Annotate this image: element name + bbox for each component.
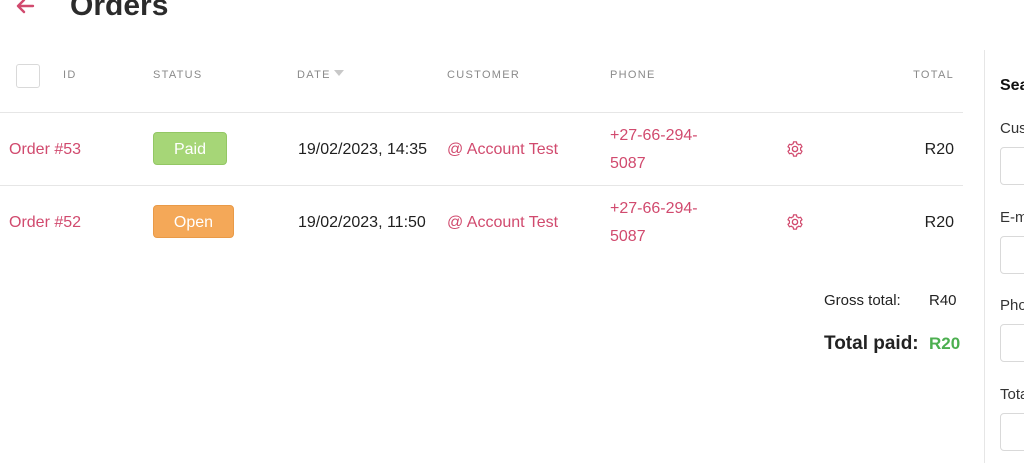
select-all-checkbox[interactable] xyxy=(16,64,40,88)
gear-icon[interactable] xyxy=(786,140,804,158)
order-date: 19/02/2023, 11:50 xyxy=(298,214,426,231)
status-badge: Paid xyxy=(153,132,227,165)
total-field-label: Tota xyxy=(1000,386,1024,403)
back-arrow-icon[interactable] xyxy=(14,0,36,17)
gross-total-label: Gross total: xyxy=(824,292,901,309)
orders-page: Orders ID STATUS DATE CUSTOMER PHONE TOT… xyxy=(0,0,1024,463)
email-field-label: E-m xyxy=(1000,209,1024,226)
column-header-total[interactable]: TOTAL xyxy=(913,69,954,81)
gross-total-value: R40 xyxy=(929,292,957,309)
email-search-input[interactable] xyxy=(1000,236,1024,274)
search-panel-title: Sea xyxy=(1000,77,1024,94)
column-header-id[interactable]: ID xyxy=(63,69,77,81)
phone-search-input[interactable] xyxy=(1000,324,1024,362)
customer-link[interactable]: @ Account Test xyxy=(447,214,558,232)
page-title: Orders xyxy=(70,0,169,22)
column-header-customer[interactable]: CUSTOMER xyxy=(447,69,520,81)
table-row[interactable]: Order #53 Paid 19/02/2023, 14:35 @ Accou… xyxy=(0,113,963,186)
order-link[interactable]: Order #53 xyxy=(9,141,81,159)
sort-descending-icon xyxy=(333,70,344,76)
column-header-date-label: DATE xyxy=(297,69,331,81)
order-date: 19/02/2023, 14:35 xyxy=(298,141,428,158)
column-header-date[interactable]: DATE xyxy=(297,69,344,81)
status-badge: Open xyxy=(153,205,234,238)
total-search-input[interactable] xyxy=(1000,413,1024,451)
table-header: ID STATUS DATE CUSTOMER PHONE TOTAL xyxy=(0,50,963,113)
search-panel: Sea Cus E-m Pho Tota xyxy=(984,50,1024,463)
column-header-phone[interactable]: PHONE xyxy=(610,69,656,81)
phone-line-1: +27-66-294- xyxy=(610,200,698,217)
phone-line-2: 5087 xyxy=(610,228,646,245)
gear-icon[interactable] xyxy=(786,213,804,231)
order-total: R20 xyxy=(924,214,954,231)
order-link[interactable]: Order #52 xyxy=(9,214,81,232)
phone-field-label: Pho xyxy=(1000,297,1024,314)
customer-search-input[interactable] xyxy=(1000,147,1024,185)
total-paid-label: Total paid: xyxy=(824,333,919,354)
phone-line-1: +27-66-294- xyxy=(610,127,698,144)
total-paid-value: R20 xyxy=(929,334,961,353)
order-total: R20 xyxy=(924,141,954,158)
phone-link[interactable]: +27-66-294- 5087 xyxy=(610,195,730,251)
orders-table: ID STATUS DATE CUSTOMER PHONE TOTAL Orde… xyxy=(0,50,963,258)
column-header-status[interactable]: STATUS xyxy=(153,69,203,81)
table-row[interactable]: Order #52 Open 19/02/2023, 11:50 @ Accou… xyxy=(0,186,963,258)
phone-link[interactable]: +27-66-294- 5087 xyxy=(610,122,730,178)
phone-line-2: 5087 xyxy=(610,155,646,172)
customer-field-label: Cus xyxy=(1000,120,1024,137)
customer-link[interactable]: @ Account Test xyxy=(447,141,558,159)
